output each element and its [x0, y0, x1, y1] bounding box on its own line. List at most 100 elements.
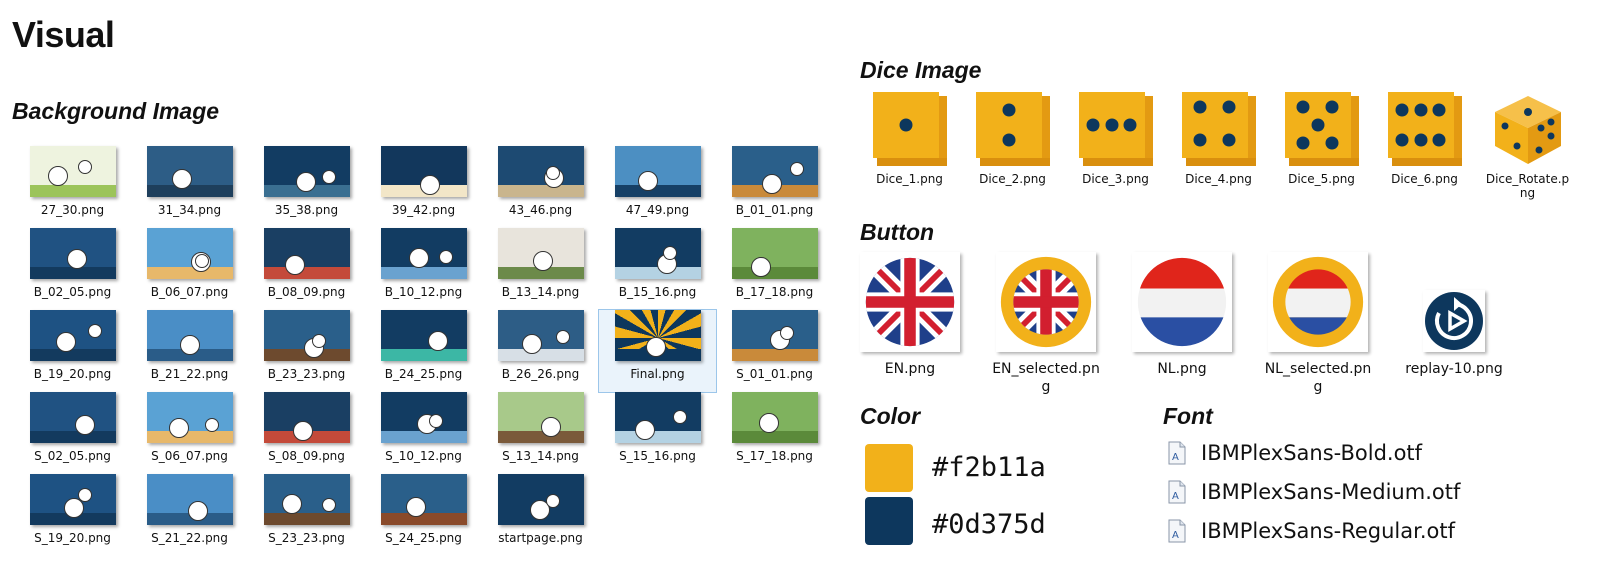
background-file-item[interactable]: S_10_12.png [365, 392, 482, 474]
background-file-item[interactable]: 39_42.png [365, 146, 482, 228]
dice-file-item[interactable]: Dice_4.png [1167, 92, 1270, 200]
background-file-item[interactable]: B_08_09.png [248, 228, 365, 310]
background-file-item[interactable]: B_19_20.png [14, 310, 131, 392]
background-file-name: 27_30.png [40, 203, 105, 217]
font-file-name: IBMPlexSans-Bold.otf [1201, 441, 1423, 465]
background-image-grid: 27_30.png 31_34.png 35_38.png 39_42.png 43_4… [14, 146, 833, 556]
button-file-name: NL.png [1157, 361, 1207, 377]
dice-face-1-icon [872, 92, 947, 166]
background-thumbnail [380, 146, 467, 197]
background-file-item[interactable]: B_24_25.png [365, 310, 482, 392]
background-file-name: B_06_07.png [150, 285, 229, 299]
font-file-icon: A [1168, 519, 1186, 543]
background-file-name: B_02_05.png [33, 285, 112, 299]
background-file-name: S_08_09.png [268, 449, 345, 463]
background-file-name: B_21_22.png [150, 367, 229, 381]
background-file-item[interactable]: B_13_14.png [482, 228, 599, 310]
dice-file-name: Dice_4.png [1185, 172, 1252, 186]
font-file-bold[interactable]: A IBMPlexSans-Bold.otf [1165, 441, 1422, 465]
button-file-name: NL_selected.png [1264, 361, 1372, 395]
background-file-item[interactable]: 43_46.png [482, 146, 599, 228]
background-file-name: B_24_25.png [384, 367, 463, 381]
background-file-name: 39_42.png [391, 203, 456, 217]
background-file-item[interactable]: S_06_07.png [131, 392, 248, 474]
background-file-item[interactable]: S_17_18.png [716, 392, 833, 474]
background-thumbnail [146, 228, 233, 279]
font-file-name: IBMPlexSans-Regular.otf [1201, 519, 1455, 543]
background-thumbnail [263, 310, 350, 361]
background-file-name: B_26_26.png [501, 367, 580, 381]
dice-face-rotate-icon [1491, 92, 1565, 166]
dice-file-item[interactable]: Dice_6.png [1373, 92, 1476, 200]
button-file-name: replay-10.png [1405, 361, 1503, 377]
background-file-item[interactable]: B_15_16.png [599, 228, 716, 310]
button-file-item[interactable]: NL_selected.png [1258, 252, 1378, 396]
background-thumbnail [146, 146, 233, 197]
background-file-item[interactable]: B_02_05.png [14, 228, 131, 310]
background-file-item[interactable]: S_13_14.png [482, 392, 599, 474]
background-file-item[interactable]: B_06_07.png [131, 228, 248, 310]
background-thumbnail [731, 146, 818, 197]
background-file-name: S_21_22.png [151, 531, 228, 545]
background-file-item[interactable]: 47_49.png [599, 146, 716, 228]
font-file-regular[interactable]: A IBMPlexSans-Regular.otf [1165, 519, 1455, 543]
background-file-item[interactable]: S_24_25.png [365, 474, 482, 556]
background-thumbnail [146, 474, 233, 525]
background-file-item[interactable]: B_10_12.png [365, 228, 482, 310]
background-thumbnail [614, 228, 701, 279]
dice-face-5-icon [1284, 92, 1359, 166]
dice-file-item[interactable]: Dice_1.png [858, 92, 961, 200]
font-file-medium[interactable]: A IBMPlexSans-Medium.otf [1165, 480, 1460, 504]
button-file-name: EN.png [884, 361, 936, 377]
button-file-item[interactable]: EN.png [850, 252, 970, 378]
background-file-item[interactable]: 27_30.png [14, 146, 131, 228]
background-file-item[interactable]: S_15_16.png [599, 392, 716, 474]
background-file-name: B_13_14.png [501, 285, 580, 299]
background-file-name: S_06_07.png [151, 449, 228, 463]
background-file-item[interactable]: S_01_01.png [716, 310, 833, 392]
background-thumbnail [614, 392, 701, 443]
background-thumbnail [380, 310, 467, 361]
dice-file-name: Dice_5.png [1288, 172, 1355, 186]
color-section-title: Color [860, 403, 921, 429]
background-file-item[interactable]: startpage.png [482, 474, 599, 556]
background-file-name: B_23_23.png [267, 367, 346, 381]
background-thumbnail [497, 228, 584, 279]
background-thumbnail [29, 474, 116, 525]
uk-flag-selected-icon [996, 252, 1096, 352]
background-file-item[interactable]: S_19_20.png [14, 474, 131, 556]
background-file-item[interactable]: B_26_26.png [482, 310, 599, 392]
background-file-item[interactable]: B_01_01.png [716, 146, 833, 228]
background-thumbnail [263, 146, 350, 197]
background-file-item[interactable]: B_21_22.png [131, 310, 248, 392]
dice-file-name: Dice_3.png [1082, 172, 1149, 186]
background-file-item[interactable]: 35_38.png [248, 146, 365, 228]
background-file-item[interactable]: S_23_23.png [248, 474, 365, 556]
background-thumbnail [29, 146, 116, 197]
background-file-item[interactable]: B_17_18.png [716, 228, 833, 310]
background-file-name: B_19_20.png [33, 367, 112, 381]
color-hex-primary: #f2b11a [932, 452, 1046, 483]
background-file-item[interactable]: S_21_22.png [131, 474, 248, 556]
dice-file-item[interactable]: Dice_3.png [1064, 92, 1167, 200]
dice-image-row: Dice_1.png Dice_2.png Dice_3.png Dice_4.png… [858, 92, 1579, 200]
button-file-item[interactable]: EN_selected.png [986, 252, 1106, 396]
background-file-item[interactable]: 31_34.png [131, 146, 248, 228]
button-file-item[interactable]: replay-10.png [1394, 252, 1514, 378]
dice-file-item[interactable]: Dice_Rotate.png [1476, 92, 1579, 200]
background-file-item[interactable]: Final.png [598, 309, 717, 393]
color-swatch-primary [865, 444, 913, 492]
background-file-item[interactable]: S_08_09.png [248, 392, 365, 474]
dice-file-item[interactable]: Dice_5.png [1270, 92, 1373, 200]
button-file-item[interactable]: NL.png [1122, 252, 1242, 378]
dice-file-name: Dice_6.png [1391, 172, 1458, 186]
svg-text:A: A [1172, 491, 1179, 502]
background-thumbnail [497, 474, 584, 525]
dice-face-6-icon [1387, 92, 1462, 166]
background-file-item[interactable]: B_23_23.png [248, 310, 365, 392]
background-file-name: B_01_01.png [735, 203, 814, 217]
dice-file-name: Dice_Rotate.png [1485, 172, 1570, 200]
dice-file-item[interactable]: Dice_2.png [961, 92, 1064, 200]
background-thumbnail [497, 392, 584, 443]
background-file-item[interactable]: S_02_05.png [14, 392, 131, 474]
